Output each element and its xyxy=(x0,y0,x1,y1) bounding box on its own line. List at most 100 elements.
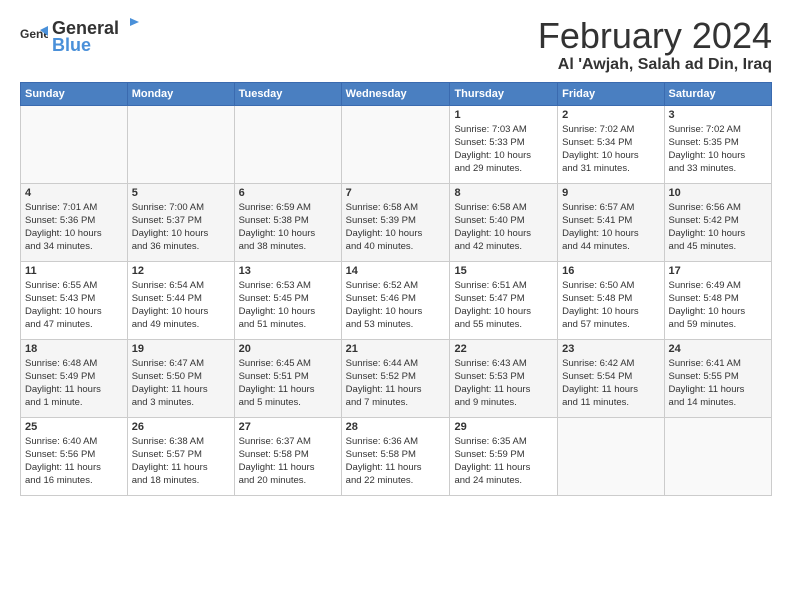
month-title: February 2024 xyxy=(538,16,772,56)
calendar-cell: 28 Sunrise: 6:36 AMSunset: 5:58 PMDayligh… xyxy=(341,417,450,495)
day-number: 4 xyxy=(25,187,123,199)
weekday-header-wednesday: Wednesday xyxy=(341,82,450,105)
weekday-header-monday: Monday xyxy=(127,82,234,105)
day-number: 12 xyxy=(132,265,230,277)
day-info: Sunrise: 6:57 AMSunset: 5:41 PMDaylight:… xyxy=(562,201,659,254)
day-info: Sunrise: 6:51 AMSunset: 5:47 PMDaylight:… xyxy=(454,279,553,332)
day-number: 8 xyxy=(454,187,553,199)
calendar-cell xyxy=(21,105,128,183)
calendar-cell: 13Sunrise: 6:53 AMSunset: 5:45 PMDayligh… xyxy=(234,261,341,339)
day-info: Sunrise: 6:38 AMSunset: 5:57 PMDaylight:… xyxy=(132,435,230,488)
calendar-cell: 9 Sunrise: 6:57 AMSunset: 5:41 PMDaylight… xyxy=(558,183,664,261)
week-row-3: 11 Sunrise: 6:55 AMSunset: 5:43 PMDayligh… xyxy=(21,261,772,339)
calendar-cell xyxy=(341,105,450,183)
logo-bird-icon xyxy=(121,16,139,34)
calendar-cell: 17Sunrise: 6:49 AMSunset: 5:48 PMDayligh… xyxy=(664,261,771,339)
day-info: Sunrise: 6:43 AMSunset: 5:53 PMDaylight:… xyxy=(454,357,553,410)
day-info: Sunrise: 7:03 AMSunset: 5:33 PMDaylight:… xyxy=(454,123,553,176)
day-number: 20 xyxy=(239,343,337,355)
header-row: General General Blue February 2024 Al 'A… xyxy=(20,16,772,74)
calendar-cell: 18 Sunrise: 6:48 AMSunset: 5:49 PMDayligh… xyxy=(21,339,128,417)
calendar-cell: 26Sunrise: 6:38 AMSunset: 5:57 PMDayligh… xyxy=(127,417,234,495)
day-number: 29 xyxy=(454,421,553,433)
weekday-header-saturday: Saturday xyxy=(664,82,771,105)
week-row-2: 4Sunrise: 7:01 AMSunset: 5:36 PMDaylight… xyxy=(21,183,772,261)
calendar-cell: 21 Sunrise: 6:44 AMSunset: 5:52 PMDayligh… xyxy=(341,339,450,417)
day-info: Sunrise: 6:41 AMSunset: 5:55 PMDaylight:… xyxy=(669,357,767,410)
day-info: Sunrise: 6:36 AMSunset: 5:58 PMDaylight:… xyxy=(346,435,446,488)
day-info: Sunrise: 6:47 AMSunset: 5:50 PMDaylight:… xyxy=(132,357,230,410)
calendar-cell: 22Sunrise: 6:43 AMSunset: 5:53 PMDayligh… xyxy=(450,339,558,417)
calendar-cell xyxy=(234,105,341,183)
calendar-cell: 20Sunrise: 6:45 AMSunset: 5:51 PMDayligh… xyxy=(234,339,341,417)
calendar-cell: 8 Sunrise: 6:58 AMSunset: 5:40 PMDaylight… xyxy=(450,183,558,261)
day-info: Sunrise: 6:44 AMSunset: 5:52 PMDaylight:… xyxy=(346,357,446,410)
day-number: 9 xyxy=(562,187,659,199)
day-number: 19 xyxy=(132,343,230,355)
day-number: 13 xyxy=(239,265,337,277)
week-row-4: 18 Sunrise: 6:48 AMSunset: 5:49 PMDayligh… xyxy=(21,339,772,417)
calendar-cell xyxy=(558,417,664,495)
calendar-cell: 12 Sunrise: 6:54 AMSunset: 5:44 PMDayligh… xyxy=(127,261,234,339)
day-number: 10 xyxy=(669,187,767,199)
weekday-header-row: SundayMondayTuesdayWednesdayThursdayFrid… xyxy=(21,82,772,105)
day-number: 18 xyxy=(25,343,123,355)
calendar-cell: 11 Sunrise: 6:55 AMSunset: 5:43 PMDayligh… xyxy=(21,261,128,339)
day-number: 2 xyxy=(562,109,659,121)
weekday-header-sunday: Sunday xyxy=(21,82,128,105)
day-info: Sunrise: 6:58 AMSunset: 5:40 PMDaylight:… xyxy=(454,201,553,254)
day-number: 3 xyxy=(669,109,767,121)
day-info: Sunrise: 6:58 AMSunset: 5:39 PMDaylight:… xyxy=(346,201,446,254)
calendar-cell: 3 Sunrise: 7:02 AMSunset: 5:35 PMDaylight… xyxy=(664,105,771,183)
calendar-cell: 2 Sunrise: 7:02 AMSunset: 5:34 PMDaylight… xyxy=(558,105,664,183)
day-info: Sunrise: 6:50 AMSunset: 5:48 PMDaylight:… xyxy=(562,279,659,332)
day-info: Sunrise: 6:54 AMSunset: 5:44 PMDaylight:… xyxy=(132,279,230,332)
day-info: Sunrise: 7:02 AMSunset: 5:34 PMDaylight:… xyxy=(562,123,659,176)
calendar-cell: 14Sunrise: 6:52 AMSunset: 5:46 PMDayligh… xyxy=(341,261,450,339)
day-info: Sunrise: 6:37 AMSunset: 5:58 PMDaylight:… xyxy=(239,435,337,488)
day-number: 28 xyxy=(346,421,446,433)
weekday-header-tuesday: Tuesday xyxy=(234,82,341,105)
weekday-header-thursday: Thursday xyxy=(450,82,558,105)
calendar-cell: 7Sunrise: 6:58 AMSunset: 5:39 PMDaylight… xyxy=(341,183,450,261)
day-info: Sunrise: 6:56 AMSunset: 5:42 PMDaylight:… xyxy=(669,201,767,254)
calendar-cell xyxy=(127,105,234,183)
day-number: 11 xyxy=(25,265,123,277)
calendar-cell xyxy=(664,417,771,495)
day-info: Sunrise: 6:59 AMSunset: 5:38 PMDaylight:… xyxy=(239,201,337,254)
day-number: 24 xyxy=(669,343,767,355)
calendar-cell: 27Sunrise: 6:37 AMSunset: 5:58 PMDayligh… xyxy=(234,417,341,495)
location-title: Al 'Awjah, Salah ad Din, Iraq xyxy=(538,56,772,74)
calendar-cell: 4Sunrise: 7:01 AMSunset: 5:36 PMDaylight… xyxy=(21,183,128,261)
day-number: 23 xyxy=(562,343,659,355)
week-row-5: 25Sunrise: 6:40 AMSunset: 5:56 PMDayligh… xyxy=(21,417,772,495)
day-info: Sunrise: 6:40 AMSunset: 5:56 PMDaylight:… xyxy=(25,435,123,488)
day-number: 17 xyxy=(669,265,767,277)
day-number: 1 xyxy=(454,109,553,121)
calendar-table: SundayMondayTuesdayWednesdayThursdayFrid… xyxy=(20,82,772,496)
day-number: 14 xyxy=(346,265,446,277)
day-number: 21 xyxy=(346,343,446,355)
calendar-cell: 24 Sunrise: 6:41 AMSunset: 5:55 PMDayligh… xyxy=(664,339,771,417)
logo: General General Blue xyxy=(20,16,141,56)
calendar-cell: 19 Sunrise: 6:47 AMSunset: 5:50 PMDayligh… xyxy=(127,339,234,417)
calendar-cell: 23 Sunrise: 6:42 AMSunset: 5:54 PMDayligh… xyxy=(558,339,664,417)
calendar-cell: 16 Sunrise: 6:50 AMSunset: 5:48 PMDayligh… xyxy=(558,261,664,339)
day-number: 15 xyxy=(454,265,553,277)
weekday-header-friday: Friday xyxy=(558,82,664,105)
logo-text: General Blue xyxy=(52,16,141,56)
day-info: Sunrise: 7:00 AMSunset: 5:37 PMDaylight:… xyxy=(132,201,230,254)
day-number: 16 xyxy=(562,265,659,277)
calendar-cell: 6Sunrise: 6:59 AMSunset: 5:38 PMDaylight… xyxy=(234,183,341,261)
day-number: 5 xyxy=(132,187,230,199)
day-info: Sunrise: 6:35 AMSunset: 5:59 PMDaylight:… xyxy=(454,435,553,488)
calendar-cell: 29 Sunrise: 6:35 AMSunset: 5:59 PMDayligh… xyxy=(450,417,558,495)
calendar-cell: 1 Sunrise: 7:03 AMSunset: 5:33 PMDaylight… xyxy=(450,105,558,183)
calendar-cell: 25Sunrise: 6:40 AMSunset: 5:56 PMDayligh… xyxy=(21,417,128,495)
day-info: Sunrise: 6:48 AMSunset: 5:49 PMDaylight:… xyxy=(25,357,123,410)
day-info: Sunrise: 6:55 AMSunset: 5:43 PMDaylight:… xyxy=(25,279,123,332)
week-row-1: 1 Sunrise: 7:03 AMSunset: 5:33 PMDaylight… xyxy=(21,105,772,183)
day-info: Sunrise: 7:02 AMSunset: 5:35 PMDaylight:… xyxy=(669,123,767,176)
day-info: Sunrise: 6:42 AMSunset: 5:54 PMDaylight:… xyxy=(562,357,659,410)
title-area: February 2024 Al 'Awjah, Salah ad Din, I… xyxy=(538,16,772,74)
